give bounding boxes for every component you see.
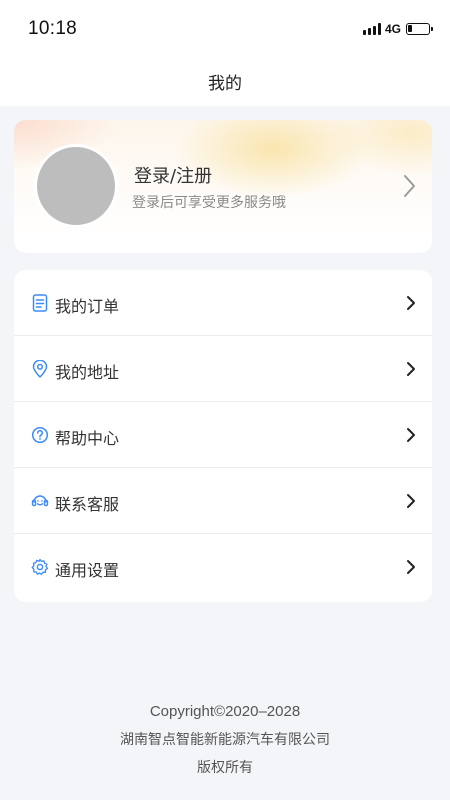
login-register-card[interactable]: 登录/注册 登录后可享受更多服务哦 bbox=[14, 120, 432, 253]
menu-item-help[interactable]: 帮助中心 bbox=[14, 402, 432, 468]
avatar[interactable] bbox=[34, 144, 118, 228]
menu-item-orders[interactable]: 我的订单 bbox=[14, 270, 432, 336]
menu-item-settings[interactable]: 通用设置 bbox=[14, 534, 432, 600]
menu-item-label: 我的订单 bbox=[55, 297, 120, 316]
company-name: 湖南智点智能新能源汽车有限公司 bbox=[120, 732, 330, 748]
status-bar: 10:18 4G bbox=[0, 0, 450, 56]
profile-screen: 10:18 4G 我的 登录/注册 登录后可享受更多服务哦 我的订单 我的地址 … bbox=[0, 0, 450, 800]
menu-item-label: 联系客服 bbox=[55, 495, 120, 514]
menu-list: 我的订单 我的地址 帮助中心 联系客服 通用设置 bbox=[14, 270, 432, 602]
gear-icon bbox=[31, 558, 49, 575]
nav-bar: 我的 bbox=[0, 56, 450, 106]
login-register-label[interactable]: 登录/注册 bbox=[134, 162, 212, 188]
status-time: 10:18 bbox=[28, 18, 78, 39]
order-document-icon bbox=[32, 294, 48, 312]
page-title: 我的 bbox=[208, 73, 242, 94]
customer-service-icon bbox=[31, 495, 49, 507]
chevron-right-icon bbox=[407, 362, 415, 376]
chevron-right-icon bbox=[407, 296, 415, 310]
chevron-right-icon bbox=[407, 560, 415, 574]
copyright-text: Copyright©2020–2028 bbox=[149, 703, 301, 720]
signal-icon bbox=[362, 23, 381, 35]
status-indicators: 4G bbox=[362, 21, 433, 37]
menu-item-label: 我的地址 bbox=[55, 363, 120, 382]
menu-item-label: 帮助中心 bbox=[55, 429, 120, 448]
location-pin-icon bbox=[32, 360, 48, 378]
chevron-right-icon bbox=[407, 494, 415, 508]
battery-icon bbox=[406, 23, 433, 35]
rights-text: 版权所有 bbox=[197, 760, 253, 776]
battery-level bbox=[408, 25, 412, 32]
menu-item-address[interactable]: 我的地址 bbox=[14, 336, 432, 402]
chevron-right-icon[interactable] bbox=[402, 172, 418, 200]
login-hint-text: 登录后可享受更多服务哦 bbox=[132, 195, 286, 211]
chevron-right-icon bbox=[407, 428, 415, 442]
network-label: 4G bbox=[384, 22, 401, 36]
footer: Copyright©2020–2028 湖南智点智能新能源汽车有限公司 版权所有 bbox=[0, 698, 450, 782]
menu-item-customer-service[interactable]: 联系客服 bbox=[14, 468, 432, 534]
menu-item-label: 通用设置 bbox=[55, 561, 120, 580]
help-question-icon bbox=[31, 426, 49, 444]
